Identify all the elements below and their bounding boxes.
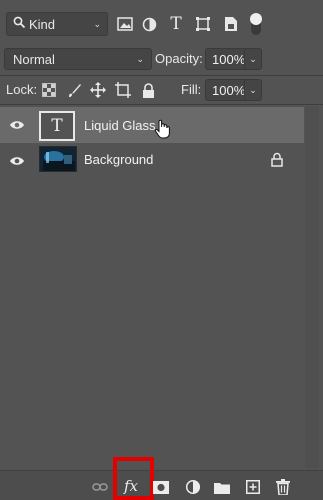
type-icon: T	[51, 116, 63, 136]
shape-filter-icon[interactable]	[194, 15, 212, 33]
type-filter-icon[interactable]: T	[167, 14, 185, 34]
eye-icon[interactable]	[9, 155, 25, 167]
blend-row: Normal ⌄ Opacity: 100% ⌄	[0, 48, 323, 70]
new-layer-icon[interactable]	[244, 479, 262, 495]
fill-label: Fill:	[181, 82, 202, 97]
hand-cursor-icon	[154, 119, 172, 142]
chevron-down-icon: ⌄	[93, 18, 101, 29]
opacity-label: Opacity:	[155, 51, 203, 66]
layer-row-liquid-glass[interactable]: T Liquid Glass	[0, 107, 304, 143]
fx-icon[interactable]: fx	[124, 477, 138, 495]
layer-name[interactable]: Background	[84, 152, 153, 167]
fill-value: 100%	[212, 82, 246, 98]
smart-object-filter-icon[interactable]	[222, 15, 240, 33]
divider	[0, 104, 323, 105]
blend-mode-select[interactable]: Normal ⌄	[4, 48, 152, 70]
chevron-down-icon: ⌄	[249, 53, 257, 64]
folder-icon[interactable]	[213, 479, 231, 495]
mask-icon[interactable]	[152, 479, 170, 495]
fill-dropdown-button[interactable]: ⌄	[244, 79, 262, 101]
lock-icon	[271, 152, 285, 168]
kind-filter-label: Kind	[29, 16, 56, 32]
lock-label: Lock:	[6, 82, 38, 97]
eye-icon[interactable]	[9, 119, 25, 131]
scrollbar[interactable]	[305, 106, 319, 468]
lock-transparent-pixels-icon[interactable]	[41, 81, 57, 99]
blend-mode-label: Normal	[13, 51, 55, 67]
adjustment-icon[interactable]	[184, 479, 202, 495]
layers-panel: Kind ⌄ T Normal ⌄ Opacity: 100% ⌄ Lock: …	[0, 0, 323, 500]
image-filter-icon[interactable]	[116, 15, 134, 33]
filter-row: Kind ⌄ T	[0, 12, 323, 36]
search-icon	[13, 16, 26, 32]
chevron-down-icon: ⌄	[249, 84, 257, 95]
divider	[0, 75, 323, 76]
lock-artboard-icon[interactable]	[115, 81, 131, 99]
trash-icon[interactable]	[274, 479, 292, 495]
lock-image-pixels-icon[interactable]	[66, 81, 82, 99]
text-layer-thumbnail: T	[39, 111, 75, 141]
lock-row: Lock: Fill: 100% ⌄	[0, 79, 323, 101]
opacity-dropdown-button[interactable]: ⌄	[244, 48, 262, 70]
kind-filter-select[interactable]: Kind ⌄	[6, 12, 108, 36]
lock-position-icon[interactable]	[90, 81, 106, 99]
link-icon[interactable]	[91, 479, 109, 495]
background-layer-thumbnail	[39, 146, 77, 172]
filter-toggle-knob	[250, 13, 262, 25]
lock-all-icon[interactable]	[140, 81, 156, 99]
adjustment-filter-icon[interactable]	[140, 15, 158, 33]
layer-name[interactable]: Liquid Glass	[84, 118, 156, 133]
opacity-value: 100%	[212, 51, 246, 67]
chevron-down-icon: ⌄	[136, 53, 144, 64]
